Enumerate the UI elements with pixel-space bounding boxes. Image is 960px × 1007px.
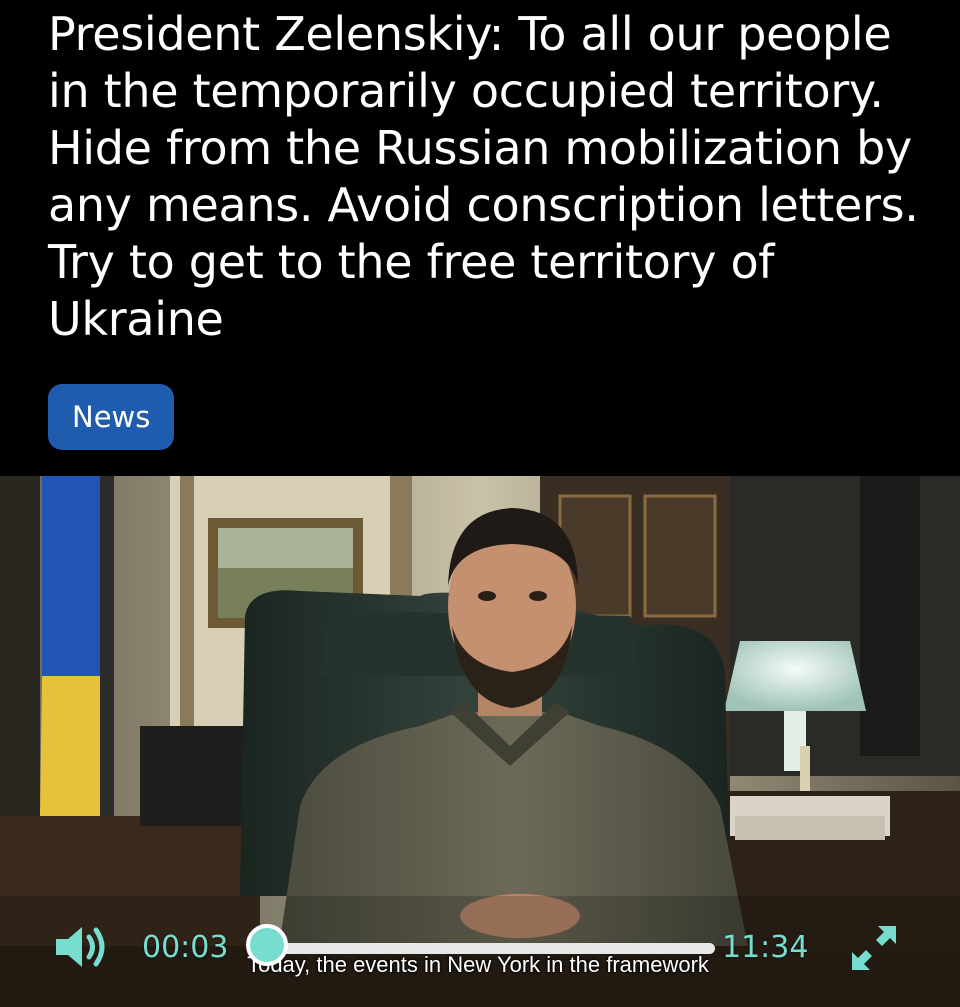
volume-icon [56,927,105,967]
fullscreen-expand-icon [852,926,896,970]
fullscreen-button[interactable] [846,920,902,976]
post-headline: President Zelenskiy: To all our people i… [48,7,919,346]
current-time: 00:03 [142,930,229,965]
news-category-tag[interactable]: News [48,384,175,450]
progress-bar[interactable] [270,943,715,954]
total-duration: 11:34 [722,930,809,965]
video-player[interactable]: Today, the events in New York in the fra… [0,476,960,1007]
volume-button[interactable] [52,922,112,972]
progress-thumb[interactable] [246,924,288,966]
video-subtitle: Today, the events in New York in the fra… [247,952,709,977]
